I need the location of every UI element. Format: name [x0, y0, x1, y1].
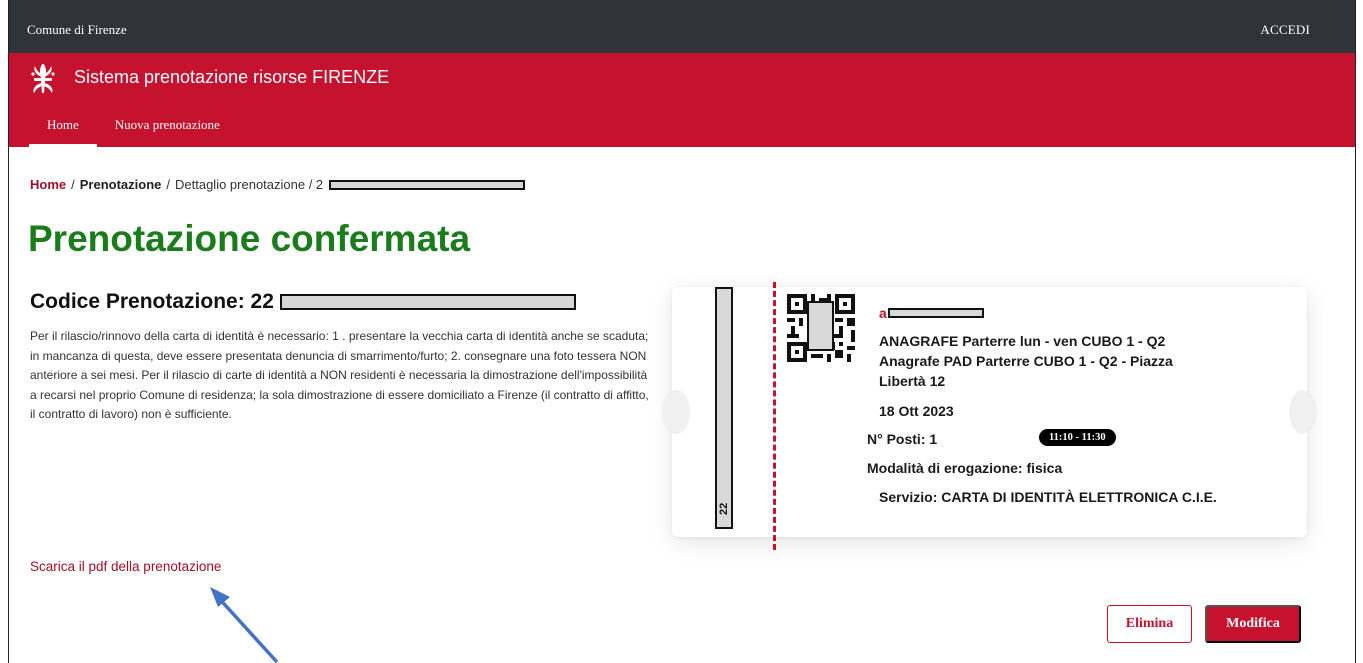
ticket-holder-initial: a — [879, 305, 887, 321]
redaction-box — [329, 179, 526, 190]
redaction-box — [807, 301, 834, 351]
site-header: Sistema prenotazione risorse FIRENZE Hom… — [9, 53, 1355, 147]
florence-lily-icon — [31, 64, 55, 93]
time-slot-badge: 11:10 - 11:30 — [1039, 429, 1116, 446]
redaction-box — [887, 308, 984, 318]
ticket-stub-code: 22 — [718, 502, 730, 515]
ticket-holder-name: a — [879, 305, 984, 321]
page-title: Prenotazione confermata — [28, 218, 471, 259]
ticket-notch — [1289, 390, 1317, 434]
ticket-stub-redaction — [715, 287, 733, 529]
ticket-divider — [773, 282, 776, 550]
booking-code: Codice Prenotazione: 22 — [30, 290, 576, 314]
ticket-notch — [662, 390, 690, 434]
ticket-seats: N° Posti: 1 — [867, 431, 938, 447]
org-name[interactable]: Comune di Firenze — [27, 22, 127, 38]
breadcrumb-current: Dettaglio prenotazione / 2 — [175, 177, 324, 192]
top-bar: Comune di Firenze ACCEDI — [9, 0, 1355, 53]
download-pdf-link[interactable]: Scarica il pdf della prenotazione — [30, 559, 221, 574]
redaction-box — [279, 294, 576, 310]
delete-button[interactable]: Elimina — [1107, 605, 1192, 643]
breadcrumb: Home / Prenotazione / Dettaglio prenotaz… — [30, 177, 526, 192]
breadcrumb-separator: / — [166, 177, 170, 192]
breadcrumb-separator: / — [71, 177, 75, 192]
ticket-service: Servizio: CARTA DI IDENTITÀ ELETTRONICA … — [879, 489, 1217, 505]
edit-button[interactable]: Modifica — [1205, 605, 1301, 643]
ticket-location: ANAGRAFE Parterre lun - ven CUBO 1 - Q2 … — [879, 333, 1173, 389]
booking-ticket-card: 22 a ANAGRAFE Parterre lun - ven CUBO 1 … — [662, 282, 1317, 550]
breadcrumb-booking-link[interactable]: Prenotazione — [80, 177, 162, 192]
breadcrumb-home-link[interactable]: Home — [30, 177, 66, 192]
login-link[interactable]: ACCEDI — [1260, 22, 1310, 38]
annotation-arrow-icon — [210, 587, 278, 663]
nav-tab-home[interactable]: Home — [29, 109, 97, 147]
nav-tab-new-booking[interactable]: Nuova prenotazione — [97, 109, 238, 147]
ticket-date: 18 Ott 2023 — [879, 403, 954, 419]
page-frame-right — [1355, 0, 1356, 663]
main-nav: Home Nuova prenotazione — [29, 109, 238, 147]
ticket-mode: Modalità di erogazione: fisica — [867, 460, 1063, 476]
booking-instructions: Per il rilascio/rinnovo della carta di i… — [30, 329, 649, 421]
booking-code-label: Codice Prenotazione: 22 — [30, 290, 274, 313]
site-title[interactable]: Sistema prenotazione risorse FIRENZE — [74, 67, 389, 88]
